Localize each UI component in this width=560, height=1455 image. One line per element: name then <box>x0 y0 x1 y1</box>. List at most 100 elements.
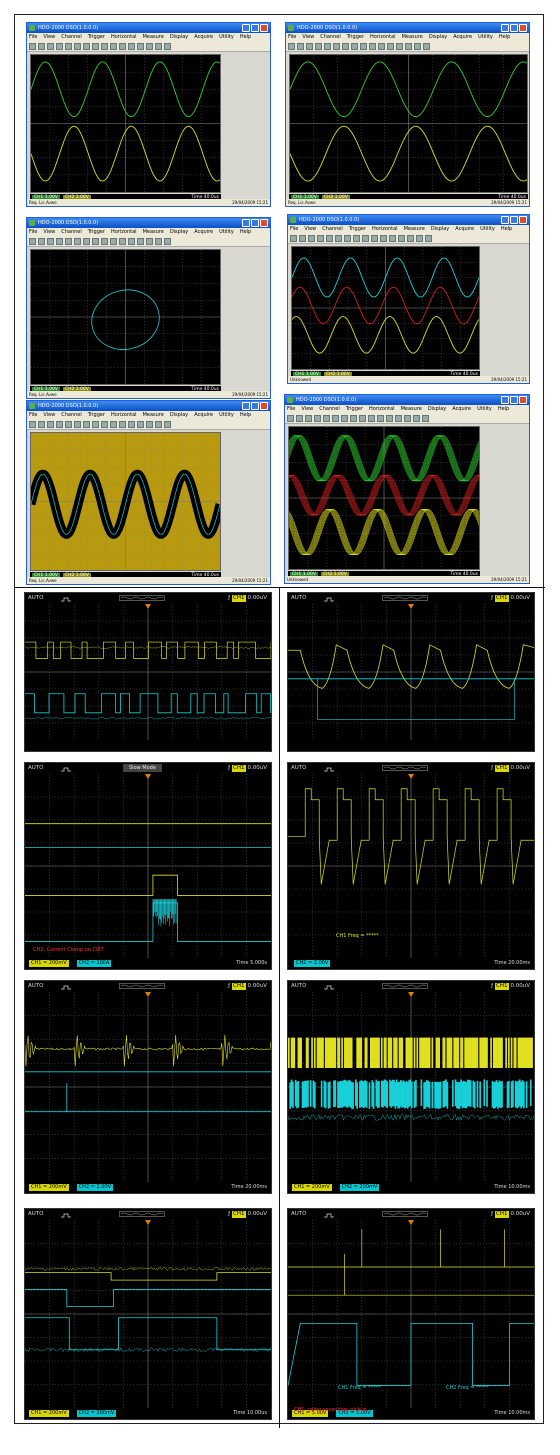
toolbar-button-icon[interactable] <box>146 43 153 50</box>
toolbar-button-icon[interactable] <box>137 238 144 245</box>
toolbar-button-icon[interactable] <box>128 421 135 428</box>
menu-item[interactable]: View <box>302 34 314 40</box>
minimize-button[interactable] <box>242 24 250 32</box>
minimize-button[interactable] <box>501 216 509 224</box>
toolbar-button-icon[interactable] <box>425 235 432 242</box>
toolbar-button-icon[interactable] <box>315 43 322 50</box>
toolbar-button-icon[interactable] <box>387 43 394 50</box>
toolbar-button-icon[interactable] <box>335 235 342 242</box>
toolbar-button-icon[interactable] <box>101 421 108 428</box>
menu-item[interactable]: File <box>29 34 37 40</box>
menu-item[interactable]: Acquire <box>455 226 474 232</box>
menu-item[interactable]: View <box>43 229 55 235</box>
toolbar-button-icon[interactable] <box>305 415 312 422</box>
toolbar-button-icon[interactable] <box>83 421 90 428</box>
toolbar-button-icon[interactable] <box>74 43 81 50</box>
menu-item[interactable]: Display <box>170 34 188 40</box>
menu-item[interactable]: Utility <box>219 229 234 235</box>
maximize-button[interactable] <box>251 402 259 410</box>
toolbar-button-icon[interactable] <box>342 43 349 50</box>
toolbar-button-icon[interactable] <box>65 421 72 428</box>
toolbar-button-icon[interactable] <box>422 415 429 422</box>
menu-item[interactable]: Channel <box>322 226 343 232</box>
toolbar-button-icon[interactable] <box>296 415 303 422</box>
menu-item[interactable]: Channel <box>319 406 340 412</box>
toolbar-button-icon[interactable] <box>308 235 315 242</box>
toolbar-button-icon[interactable] <box>164 238 171 245</box>
menu-item[interactable]: Help <box>501 226 512 232</box>
menu-item[interactable]: Acquire <box>194 34 213 40</box>
menu-item[interactable]: Measure <box>143 229 164 235</box>
menu-item[interactable]: View <box>43 412 55 418</box>
toolbar-button-icon[interactable] <box>306 43 313 50</box>
menu-item[interactable]: File <box>29 229 37 235</box>
toolbar-button-icon[interactable] <box>326 235 333 242</box>
menu-item[interactable]: Horizontal <box>111 229 137 235</box>
close-button[interactable] <box>519 396 527 404</box>
menu-item[interactable]: Measure <box>404 226 425 232</box>
toolbar-button-icon[interactable] <box>299 235 306 242</box>
toolbar-button-icon[interactable] <box>155 238 162 245</box>
toolbar-button-icon[interactable] <box>38 238 45 245</box>
menu-item[interactable]: View <box>301 406 313 412</box>
minimize-button[interactable] <box>501 24 509 32</box>
toolbar-button-icon[interactable] <box>38 421 45 428</box>
toolbar-button-icon[interactable] <box>323 415 330 422</box>
toolbar-button-icon[interactable] <box>74 421 81 428</box>
toolbar-button-icon[interactable] <box>29 238 36 245</box>
toolbar-button-icon[interactable] <box>288 43 295 50</box>
toolbar-button-icon[interactable] <box>359 415 366 422</box>
toolbar-button-icon[interactable] <box>65 43 72 50</box>
close-button[interactable] <box>260 24 268 32</box>
menu-item[interactable]: Trigger <box>347 34 364 40</box>
menu-item[interactable]: Horizontal <box>370 34 396 40</box>
toolbar-button-icon[interactable] <box>413 415 420 422</box>
toolbar-button-icon[interactable] <box>119 238 126 245</box>
menu-item[interactable]: File <box>290 226 298 232</box>
minimize-button[interactable] <box>242 402 250 410</box>
maximize-button[interactable] <box>251 24 259 32</box>
close-button[interactable] <box>519 24 527 32</box>
toolbar-button-icon[interactable] <box>351 43 358 50</box>
menu-item[interactable]: Trigger <box>88 412 105 418</box>
toolbar-button-icon[interactable] <box>119 43 126 50</box>
toolbar-button-icon[interactable] <box>344 235 351 242</box>
menu-item[interactable]: Display <box>429 34 447 40</box>
menu-item[interactable]: Utility <box>219 412 234 418</box>
menu-item[interactable]: File <box>29 412 37 418</box>
menu-item[interactable]: Channel <box>320 34 341 40</box>
menu-item[interactable]: Utility <box>219 34 234 40</box>
toolbar-button-icon[interactable] <box>398 235 405 242</box>
toolbar-button-icon[interactable] <box>341 415 348 422</box>
toolbar-button-icon[interactable] <box>405 43 412 50</box>
toolbar-button-icon[interactable] <box>164 43 171 50</box>
menu-item[interactable]: Acquire <box>452 406 471 412</box>
menu-item[interactable]: Acquire <box>194 412 213 418</box>
menu-item[interactable]: Trigger <box>349 226 366 232</box>
toolbar-button-icon[interactable] <box>29 43 36 50</box>
toolbar-button-icon[interactable] <box>56 238 63 245</box>
toolbar-button-icon[interactable] <box>155 421 162 428</box>
close-button[interactable] <box>260 402 268 410</box>
menu-item[interactable]: Channel <box>61 34 82 40</box>
toolbar-button-icon[interactable] <box>380 235 387 242</box>
toolbar-button-icon[interactable] <box>368 415 375 422</box>
menu-item[interactable]: Measure <box>143 34 164 40</box>
close-button[interactable] <box>260 219 268 227</box>
menu-item[interactable]: Display <box>428 406 446 412</box>
toolbar-button-icon[interactable] <box>407 235 414 242</box>
menu-item[interactable]: Measure <box>143 412 164 418</box>
toolbar-button-icon[interactable] <box>155 43 162 50</box>
menu-item[interactable]: Measure <box>401 406 422 412</box>
toolbar-button-icon[interactable] <box>314 415 321 422</box>
toolbar-button-icon[interactable] <box>56 43 63 50</box>
menu-item[interactable]: Horizontal <box>372 226 398 232</box>
toolbar-button-icon[interactable] <box>47 43 54 50</box>
toolbar-button-icon[interactable] <box>83 43 90 50</box>
toolbar-button-icon[interactable] <box>110 421 117 428</box>
toolbar-button-icon[interactable] <box>369 43 376 50</box>
close-button[interactable] <box>519 216 527 224</box>
toolbar-button-icon[interactable] <box>119 421 126 428</box>
toolbar-button-icon[interactable] <box>29 421 36 428</box>
menu-item[interactable]: Measure <box>402 34 423 40</box>
